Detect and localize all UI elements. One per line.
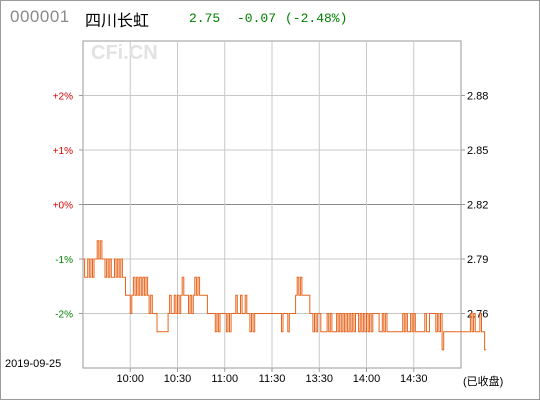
x-tick-label: 11:30: [259, 373, 286, 385]
price-chart: CFi.CN +2% 2.88+1% 2.85+0% 2.82-1% 2.79-2% 2.…: [5, 40, 503, 388]
x-tick-label: 14:00: [353, 373, 381, 385]
axis-labels: +2% 2.88+1% 2.85+0% 2.82-1% 2.79-2% 2.7610:00…: [53, 91, 489, 386]
right-tick-label: 2.79: [467, 254, 488, 266]
left-tick-label: +1%: [53, 146, 73, 157]
x-tick-label: 14:30: [400, 373, 428, 385]
x-tick-label: 13:30: [305, 373, 333, 385]
date-label: 2019-09-25: [5, 358, 61, 370]
left-tick-label: -1%: [55, 255, 73, 266]
right-tick-label: 2.85: [467, 145, 488, 157]
market-closed-label: (已收盘): [463, 374, 503, 388]
left-tick-label: +2%: [53, 92, 73, 103]
intraday-chart-widget: 000001 四川长虹 2.75 -0.07 (-2.48%) CFi.CN +…: [0, 0, 540, 400]
watermark-logo: CFi.CN: [91, 42, 158, 64]
right-tick-label: 2.82: [467, 200, 488, 212]
x-tick-label: 11:00: [211, 373, 238, 385]
x-tick-label: 10:00: [116, 373, 144, 385]
x-tick-label: 10:30: [164, 373, 192, 385]
right-tick-label: 2.88: [467, 91, 488, 103]
left-tick-label: +0%: [53, 201, 73, 212]
price-series-line: [83, 240, 487, 351]
left-tick-label: -2%: [55, 310, 73, 321]
